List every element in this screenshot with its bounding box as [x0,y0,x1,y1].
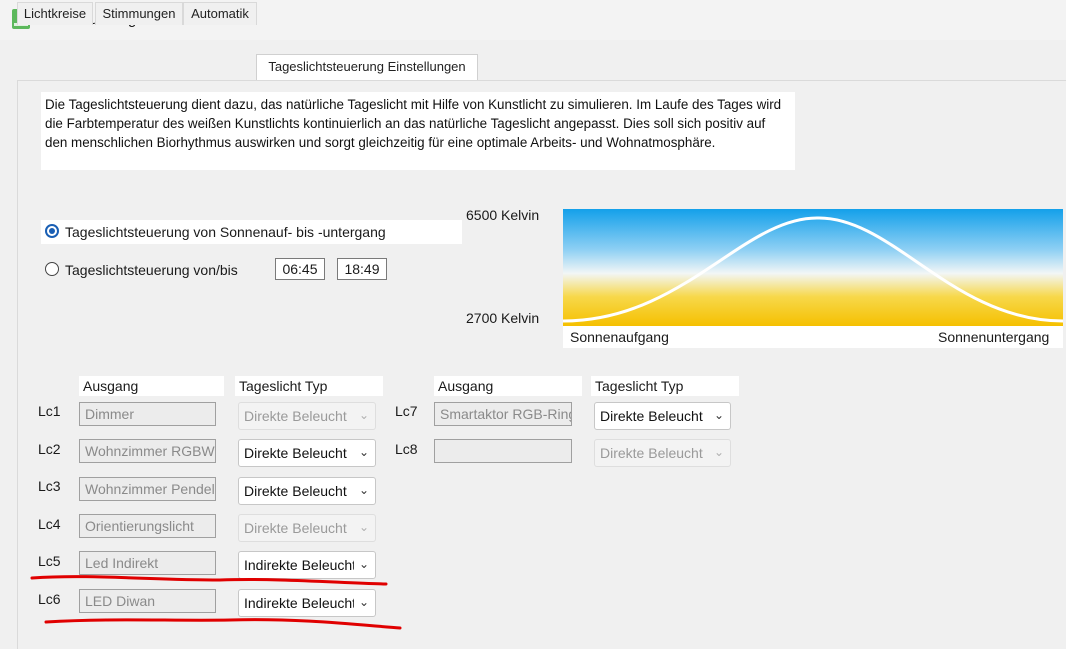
mode-sun-option[interactable]: Tageslichtsteuerung von Sonnenauf- bis -… [41,220,462,244]
ausgang-header-left: Ausgang [79,376,224,396]
tab-lichtkreise[interactable]: Lichtkreise [17,2,93,25]
tab-tageslichtsteuerung-einstellungen[interactable]: Tageslichtsteuerung Einstellungen [256,54,478,81]
radio-range[interactable] [45,262,59,276]
to-time-input[interactable]: 18:49 [337,258,387,280]
lc5-label: Lc5 [38,553,61,569]
ausgang-header-right: Ausgang [434,376,582,396]
lc3-type-value: Direkte Beleucht [244,483,347,499]
chevron-down-icon: ⌄ [713,408,724,422]
kelvin-low-label: 2700 Kelvin [466,310,540,326]
chevron-down-icon: ⌄ [358,520,369,534]
typ-header-right: Tageslicht Typ [591,376,739,396]
lc8-output-field [434,439,572,463]
typ-header-left: Tageslicht Typ [235,376,383,396]
chevron-down-icon: ⌄ [358,557,369,571]
chevron-down-icon: ⌄ [358,595,369,609]
chevron-down-icon: ⌄ [358,408,369,422]
lc6-type-select[interactable]: Indirekte Beleucht ⌄ [238,589,376,617]
lc5-output-field: Led Indirekt [79,551,216,575]
lc7-label: Lc7 [395,403,418,419]
lc5-type-value: Indirekte Beleucht [244,557,354,573]
description-text: Die Tageslichtsteuerung dient dazu, das … [41,92,795,170]
lc3-type-select[interactable]: Direkte Beleucht ⌄ [238,477,376,505]
lc3-output-field: Wohnzimmer Pendel [79,477,216,501]
kelvin-high-label: 6500 Kelvin [466,207,540,223]
mode-sun-label: Tageslichtsteuerung von Sonnenauf- bis -… [65,224,386,240]
lc8-type-select: Direkte Beleucht ⌄ [594,439,731,467]
lc2-label: Lc2 [38,441,61,457]
lc4-type-value: Direkte Beleucht [244,520,347,536]
lc7-type-select[interactable]: Direkte Beleucht ⌄ [594,402,731,430]
lc7-output-field: Smartaktor RGB-Ring [434,402,572,426]
lc1-label: Lc1 [38,403,61,419]
chevron-down-icon: ⌄ [358,483,369,497]
lc8-type-value: Direkte Beleucht [600,445,703,461]
lc7-type-value: Direkte Beleucht [600,408,703,424]
lc2-type-select[interactable]: Direkte Beleucht ⌄ [238,439,376,467]
chevron-down-icon: ⌄ [713,445,724,459]
sunrise-label: Sonnenaufgang [570,329,669,345]
lc2-type-value: Direkte Beleucht [244,445,347,461]
lc6-type-value: Indirekte Beleucht [244,595,354,611]
tab-stimmungen[interactable]: Stimmungen [95,2,183,25]
lc1-type-value: Direkte Beleucht [244,408,347,424]
mode-range-option[interactable]: Tageslichtsteuerung von/bis [41,258,277,282]
lc1-output-field: Dimmer [79,402,216,426]
sunset-label: Sonnenuntergang [938,329,1050,345]
from-time-input[interactable]: 06:45 [275,258,325,280]
lc3-label: Lc3 [38,478,61,494]
lc1-type-select: Direkte Beleucht ⌄ [238,402,376,430]
mode-range-label: Tageslichtsteuerung von/bis [65,262,238,278]
daylight-curve-graphic [563,209,1063,326]
lc6-output-field: LED Diwan [79,589,216,613]
lc4-type-select: Direkte Beleucht ⌄ [238,514,376,542]
lc5-type-select[interactable]: Indirekte Beleucht ⌄ [238,551,376,579]
lc4-label: Lc4 [38,516,61,532]
lc4-output-field: Orientierungslicht [79,514,216,538]
tab-automatik[interactable]: Automatik [183,2,257,25]
chevron-down-icon: ⌄ [358,445,369,459]
lc8-label: Lc8 [395,441,418,457]
lc2-output-field: Wohnzimmer RGBW [79,439,216,463]
lc6-label: Lc6 [38,591,61,607]
radio-sun[interactable] [45,224,59,238]
